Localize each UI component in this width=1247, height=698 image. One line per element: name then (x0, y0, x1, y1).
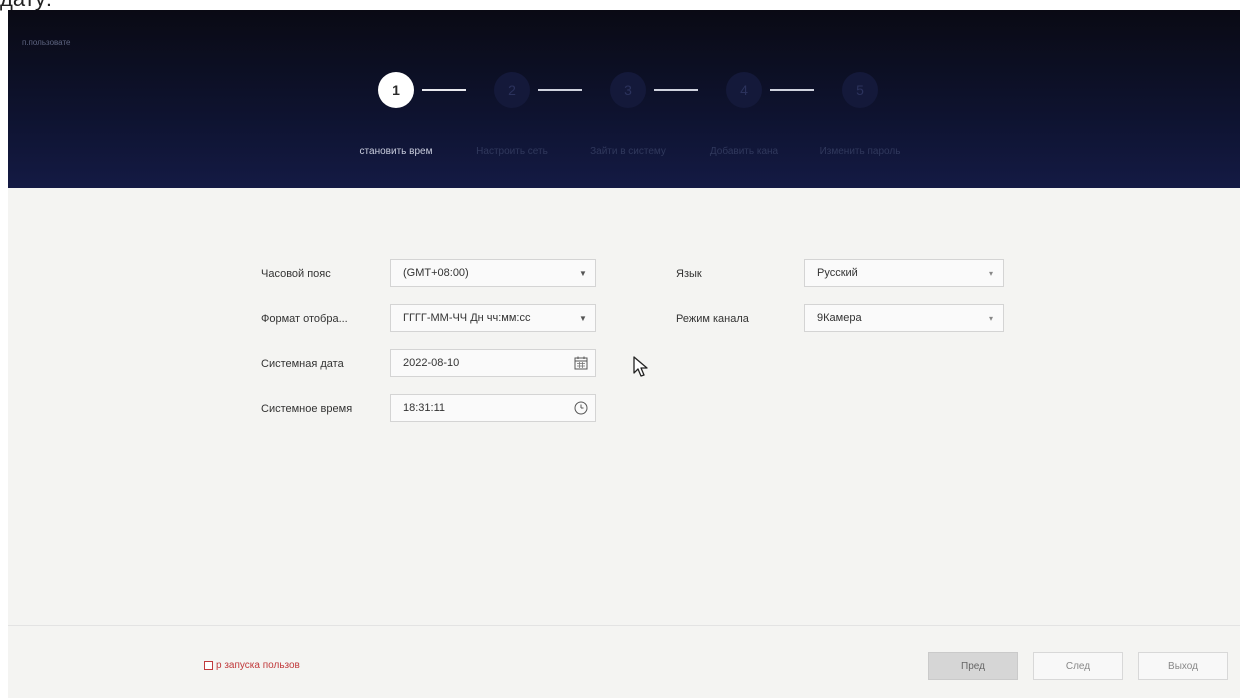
chevron-down-icon: ▼ (579, 268, 587, 278)
wizard-header: п.пользовате 1 2 3 4 5 становить врем На… (8, 10, 1240, 188)
footer-divider (8, 625, 1240, 626)
step-connector (770, 89, 814, 91)
format-select[interactable]: ГГГГ-ММ-ЧЧ Дн чч:мм:сс ▼ (390, 304, 596, 332)
step-connector (538, 89, 582, 91)
step-4-label: Добавить кана (709, 146, 779, 157)
time-label: Системное время (261, 403, 353, 415)
wizard-steps: 1 2 3 4 5 становить врем Настроить сеть … (8, 72, 1240, 172)
language-value: Русский (817, 267, 858, 279)
autostart-checkbox[interactable] (204, 661, 213, 670)
date-input[interactable]: 2022-08-10 (390, 349, 596, 377)
mouse-pointer-icon (633, 356, 648, 377)
clock-icon[interactable] (567, 395, 595, 421)
chevron-down-icon: ▼ (579, 313, 587, 323)
exit-button[interactable]: Выход (1138, 652, 1228, 680)
step-4-circle[interactable]: 4 (726, 72, 762, 108)
header-user-label: п.пользовате (22, 38, 71, 47)
date-label: Системная дата (261, 358, 344, 370)
language-select[interactable]: Русский ▾ (804, 259, 1004, 287)
step-2-label: Настроить сеть (476, 146, 548, 157)
step-connector (654, 89, 698, 91)
chevron-down-icon: ▾ (988, 268, 993, 278)
time-input[interactable]: 18:31:11 (390, 394, 596, 422)
setup-wizard-screen: п.пользовате 1 2 3 4 5 становить врем На… (8, 10, 1240, 698)
timezone-value: (GMT+08:00) (403, 267, 469, 279)
step-5-circle[interactable]: 5 (842, 72, 878, 108)
format-label: Формат отобра... (261, 313, 348, 325)
next-button[interactable]: След (1033, 652, 1123, 680)
step-3-circle[interactable]: 3 (610, 72, 646, 108)
step-connector (422, 89, 466, 91)
step-5-label: Изменить пароль (819, 146, 901, 157)
autostart-label: р запуска пользов (216, 660, 300, 671)
autostart-checkbox-row[interactable]: р запуска пользов (204, 660, 300, 671)
prev-button[interactable]: Пред (928, 652, 1018, 680)
timezone-select[interactable]: (GMT+08:00) ▼ (390, 259, 596, 287)
format-value: ГГГГ-ММ-ЧЧ Дн чч:мм:сс (403, 312, 531, 324)
step-3-label: Зайти в систему (590, 146, 666, 157)
channel-mode-label: Режим канала (676, 313, 749, 325)
channel-mode-value: 9Камера (817, 312, 862, 324)
timezone-label: Часовой пояс (261, 268, 331, 280)
chevron-down-icon: ▾ (988, 313, 993, 323)
step-2-circle[interactable]: 2 (494, 72, 530, 108)
step-1-label: становить врем (359, 146, 433, 157)
channel-mode-select[interactable]: 9Камера ▾ (804, 304, 1004, 332)
language-label: Язык (676, 268, 702, 280)
date-value: 2022-08-10 (403, 357, 460, 369)
time-value: 18:31:11 (403, 402, 446, 414)
step-1-circle[interactable]: 1 (378, 72, 414, 108)
calendar-icon[interactable] (567, 350, 595, 376)
